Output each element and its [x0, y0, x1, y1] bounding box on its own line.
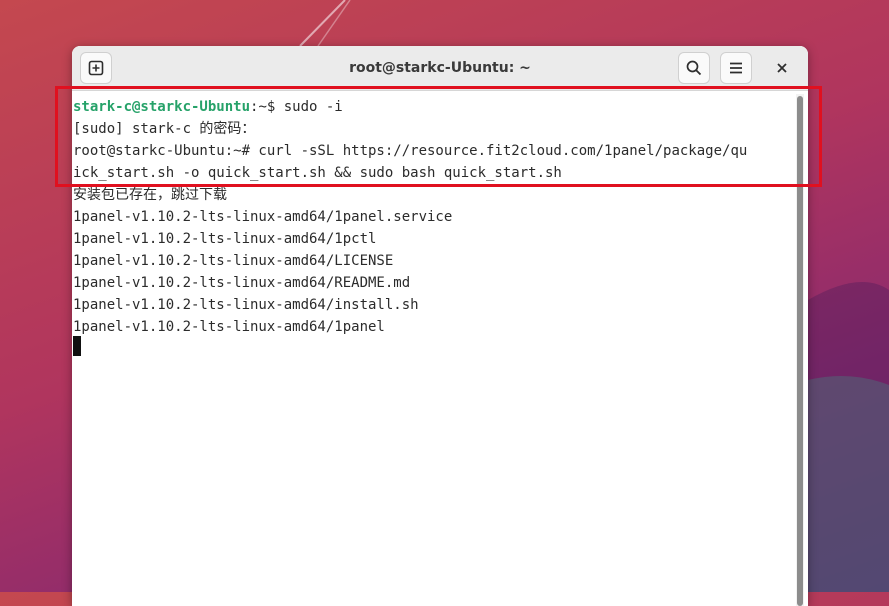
terminal-line: 1panel-v1.10.2-lts-linux-amd64/README.md — [73, 275, 411, 291]
search-button[interactable] — [678, 52, 710, 84]
title-bar: root@starkc-Ubuntu: ~ — [72, 46, 808, 91]
terminal-line: 安装包已存在，跳过下载 — [73, 187, 227, 203]
search-icon — [686, 60, 702, 76]
hamburger-menu-icon — [730, 62, 742, 74]
terminal-line: 1panel-v1.10.2-lts-linux-amd64/1panel — [73, 319, 385, 335]
text-cursor — [73, 336, 81, 356]
menu-button[interactable] — [720, 52, 752, 84]
terminal-line: 1panel-v1.10.2-lts-linux-amd64/LICENSE — [73, 253, 394, 269]
terminal-line: 1panel-v1.10.2-lts-linux-amd64/1panel.se… — [73, 209, 453, 225]
terminal-line: 1panel-v1.10.2-lts-linux-amd64/1pctl — [73, 231, 377, 247]
close-button[interactable] — [770, 56, 794, 80]
close-icon — [777, 63, 787, 73]
highlight-box — [55, 86, 822, 187]
terminal-line: 1panel-v1.10.2-lts-linux-amd64/install.s… — [73, 297, 419, 313]
